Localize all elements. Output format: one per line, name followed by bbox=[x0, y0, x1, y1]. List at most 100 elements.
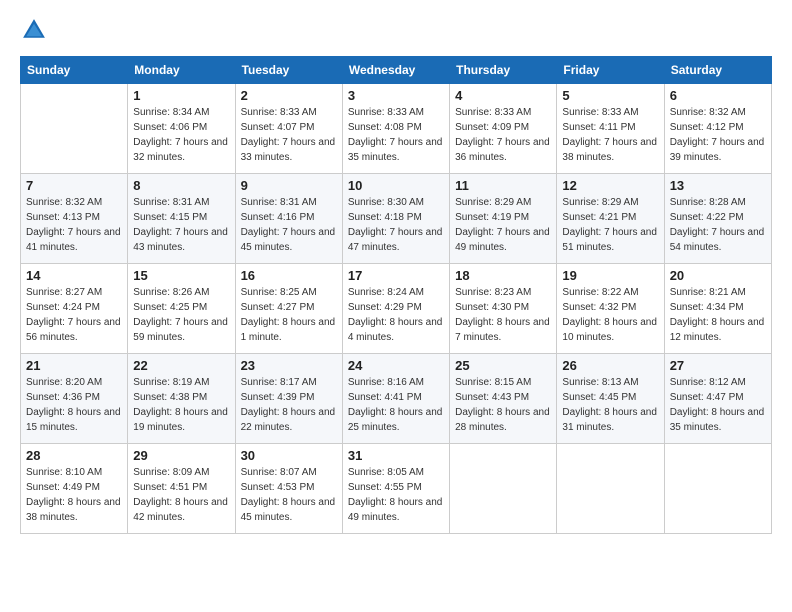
calendar-day-cell: 8 Sunrise: 8:31 AMSunset: 4:15 PMDaylight… bbox=[128, 174, 235, 264]
calendar-week-row: 21Sunrise: 8:20 AMSunset: 4:36 PMDayligh… bbox=[21, 354, 772, 444]
calendar-day-cell: 4 Sunrise: 8:33 AMSunset: 4:09 PMDaylight… bbox=[450, 84, 557, 174]
calendar-day-cell: 17Sunrise: 8:24 AMSunset: 4:29 PMDayligh… bbox=[342, 264, 449, 354]
day-info: Sunrise: 8:09 AMSunset: 4:51 PMDaylight:… bbox=[133, 465, 229, 525]
day-info: Sunrise: 8:22 AMSunset: 4:32 PMDaylight:… bbox=[562, 285, 658, 345]
day-number: 15 bbox=[133, 268, 229, 283]
calendar-week-row: 7Sunrise: 8:32 AMSunset: 4:13 PMDaylight… bbox=[21, 174, 772, 264]
calendar-day-cell: 23 Sunrise: 8:17 AMSunset: 4:39 PMDayligh… bbox=[235, 354, 342, 444]
calendar-day-cell: 1 Sunrise: 8:34 AMSunset: 4:06 PMDaylight… bbox=[128, 84, 235, 174]
day-info: Sunrise: 8:25 AMSunset: 4:27 PMDaylight:… bbox=[241, 285, 337, 345]
day-number: 27 bbox=[670, 358, 766, 373]
calendar-body: 1 Sunrise: 8:34 AMSunset: 4:06 PMDaylight… bbox=[21, 84, 772, 534]
calendar-day-cell: 9Sunrise: 8:31 AMSunset: 4:16 PMDaylight… bbox=[235, 174, 342, 264]
calendar-day-cell: 19 Sunrise: 8:22 AMSunset: 4:32 PMDayligh… bbox=[557, 264, 664, 354]
day-info: Sunrise: 8:27 AMSunset: 4:24 PMDaylight:… bbox=[26, 285, 122, 345]
calendar-day-cell: 3 Sunrise: 8:33 AMSunset: 4:08 PMDaylight… bbox=[342, 84, 449, 174]
day-info: Sunrise: 8:30 AMSunset: 4:18 PMDaylight:… bbox=[348, 195, 444, 255]
day-info: Sunrise: 8:15 AMSunset: 4:43 PMDaylight:… bbox=[455, 375, 551, 435]
calendar-day-cell: 27 Sunrise: 8:12 AMSunset: 4:47 PMDayligh… bbox=[664, 354, 771, 444]
day-number: 30 bbox=[241, 448, 337, 463]
calendar-day-cell: 6Sunrise: 8:32 AMSunset: 4:12 PMDaylight… bbox=[664, 84, 771, 174]
day-number: 24 bbox=[348, 358, 444, 373]
calendar-day-cell: 12 Sunrise: 8:29 AMSunset: 4:21 PMDayligh… bbox=[557, 174, 664, 264]
calendar-day-cell: 20Sunrise: 8:21 AMSunset: 4:34 PMDayligh… bbox=[664, 264, 771, 354]
day-info: Sunrise: 8:33 AMSunset: 4:11 PMDaylight:… bbox=[562, 105, 658, 165]
calendar-day-cell: 31 Sunrise: 8:05 AMSunset: 4:55 PMDayligh… bbox=[342, 444, 449, 534]
day-info: Sunrise: 8:29 AMSunset: 4:21 PMDaylight:… bbox=[562, 195, 658, 255]
calendar-day-cell: 14 Sunrise: 8:27 AMSunset: 4:24 PMDayligh… bbox=[21, 264, 128, 354]
day-number: 14 bbox=[26, 268, 122, 283]
day-number: 23 bbox=[241, 358, 337, 373]
weekday-header-cell: Thursday bbox=[450, 57, 557, 84]
calendar-day-cell: 5Sunrise: 8:33 AMSunset: 4:11 PMDaylight… bbox=[557, 84, 664, 174]
day-info: Sunrise: 8:05 AMSunset: 4:55 PMDaylight:… bbox=[348, 465, 444, 525]
calendar-day-cell: 11 Sunrise: 8:29 AMSunset: 4:19 PMDayligh… bbox=[450, 174, 557, 264]
calendar-day-cell: 26 Sunrise: 8:13 AMSunset: 4:45 PMDayligh… bbox=[557, 354, 664, 444]
weekday-header-cell: Tuesday bbox=[235, 57, 342, 84]
calendar-day-cell bbox=[450, 444, 557, 534]
day-info: Sunrise: 8:31 AMSunset: 4:16 PMDaylight:… bbox=[241, 195, 337, 255]
day-number: 28 bbox=[26, 448, 122, 463]
day-info: Sunrise: 8:17 AMSunset: 4:39 PMDaylight:… bbox=[241, 375, 337, 435]
day-info: Sunrise: 8:21 AMSunset: 4:34 PMDaylight:… bbox=[670, 285, 766, 345]
calendar-day-cell: 16 Sunrise: 8:25 AMSunset: 4:27 PMDayligh… bbox=[235, 264, 342, 354]
logo-icon bbox=[20, 16, 48, 44]
day-number: 11 bbox=[455, 178, 551, 193]
weekday-header-cell: Friday bbox=[557, 57, 664, 84]
day-number: 17 bbox=[348, 268, 444, 283]
calendar-day-cell: 2Sunrise: 8:33 AMSunset: 4:07 PMDaylight… bbox=[235, 84, 342, 174]
day-number: 25 bbox=[455, 358, 551, 373]
day-info: Sunrise: 8:19 AMSunset: 4:38 PMDaylight:… bbox=[133, 375, 229, 435]
day-info: Sunrise: 8:12 AMSunset: 4:47 PMDaylight:… bbox=[670, 375, 766, 435]
day-number: 26 bbox=[562, 358, 658, 373]
day-number: 19 bbox=[562, 268, 658, 283]
day-number: 7 bbox=[26, 178, 122, 193]
day-number: 29 bbox=[133, 448, 229, 463]
day-info: Sunrise: 8:16 AMSunset: 4:41 PMDaylight:… bbox=[348, 375, 444, 435]
day-info: Sunrise: 8:33 AMSunset: 4:07 PMDaylight:… bbox=[241, 105, 337, 165]
day-number: 31 bbox=[348, 448, 444, 463]
logo bbox=[20, 16, 50, 44]
day-info: Sunrise: 8:33 AMSunset: 4:08 PMDaylight:… bbox=[348, 105, 444, 165]
calendar-day-cell: 13Sunrise: 8:28 AMSunset: 4:22 PMDayligh… bbox=[664, 174, 771, 264]
day-number: 8 bbox=[133, 178, 229, 193]
day-number: 22 bbox=[133, 358, 229, 373]
calendar-week-row: 28Sunrise: 8:10 AMSunset: 4:49 PMDayligh… bbox=[21, 444, 772, 534]
calendar-day-cell: 10Sunrise: 8:30 AMSunset: 4:18 PMDayligh… bbox=[342, 174, 449, 264]
calendar-week-row: 1 Sunrise: 8:34 AMSunset: 4:06 PMDaylight… bbox=[21, 84, 772, 174]
weekday-header-cell: Monday bbox=[128, 57, 235, 84]
day-number: 18 bbox=[455, 268, 551, 283]
day-info: Sunrise: 8:34 AMSunset: 4:06 PMDaylight:… bbox=[133, 105, 229, 165]
calendar-day-cell: 15 Sunrise: 8:26 AMSunset: 4:25 PMDayligh… bbox=[128, 264, 235, 354]
day-info: Sunrise: 8:33 AMSunset: 4:09 PMDaylight:… bbox=[455, 105, 551, 165]
day-info: Sunrise: 8:26 AMSunset: 4:25 PMDaylight:… bbox=[133, 285, 229, 345]
day-number: 16 bbox=[241, 268, 337, 283]
calendar-day-cell bbox=[664, 444, 771, 534]
day-info: Sunrise: 8:20 AMSunset: 4:36 PMDaylight:… bbox=[26, 375, 122, 435]
calendar-day-cell: 18Sunrise: 8:23 AMSunset: 4:30 PMDayligh… bbox=[450, 264, 557, 354]
day-number: 4 bbox=[455, 88, 551, 103]
calendar-day-cell: 21Sunrise: 8:20 AMSunset: 4:36 PMDayligh… bbox=[21, 354, 128, 444]
calendar: SundayMondayTuesdayWednesdayThursdayFrid… bbox=[20, 56, 772, 534]
calendar-day-cell: 28Sunrise: 8:10 AMSunset: 4:49 PMDayligh… bbox=[21, 444, 128, 534]
calendar-week-row: 14 Sunrise: 8:27 AMSunset: 4:24 PMDayligh… bbox=[21, 264, 772, 354]
weekday-header-cell: Saturday bbox=[664, 57, 771, 84]
weekday-header-cell: Sunday bbox=[21, 57, 128, 84]
calendar-day-cell: 30 Sunrise: 8:07 AMSunset: 4:53 PMDayligh… bbox=[235, 444, 342, 534]
day-number: 13 bbox=[670, 178, 766, 193]
day-info: Sunrise: 8:29 AMSunset: 4:19 PMDaylight:… bbox=[455, 195, 551, 255]
day-number: 3 bbox=[348, 88, 444, 103]
calendar-day-cell bbox=[21, 84, 128, 174]
calendar-day-cell: 25 Sunrise: 8:15 AMSunset: 4:43 PMDayligh… bbox=[450, 354, 557, 444]
weekday-header-row: SundayMondayTuesdayWednesdayThursdayFrid… bbox=[21, 57, 772, 84]
day-info: Sunrise: 8:07 AMSunset: 4:53 PMDaylight:… bbox=[241, 465, 337, 525]
day-number: 12 bbox=[562, 178, 658, 193]
page-header bbox=[20, 16, 772, 44]
day-number: 6 bbox=[670, 88, 766, 103]
day-number: 1 bbox=[133, 88, 229, 103]
day-info: Sunrise: 8:13 AMSunset: 4:45 PMDaylight:… bbox=[562, 375, 658, 435]
calendar-day-cell: 7Sunrise: 8:32 AMSunset: 4:13 PMDaylight… bbox=[21, 174, 128, 264]
calendar-day-cell: 22 Sunrise: 8:19 AMSunset: 4:38 PMDayligh… bbox=[128, 354, 235, 444]
weekday-header-cell: Wednesday bbox=[342, 57, 449, 84]
day-info: Sunrise: 8:31 AMSunset: 4:15 PMDaylight:… bbox=[133, 195, 229, 255]
